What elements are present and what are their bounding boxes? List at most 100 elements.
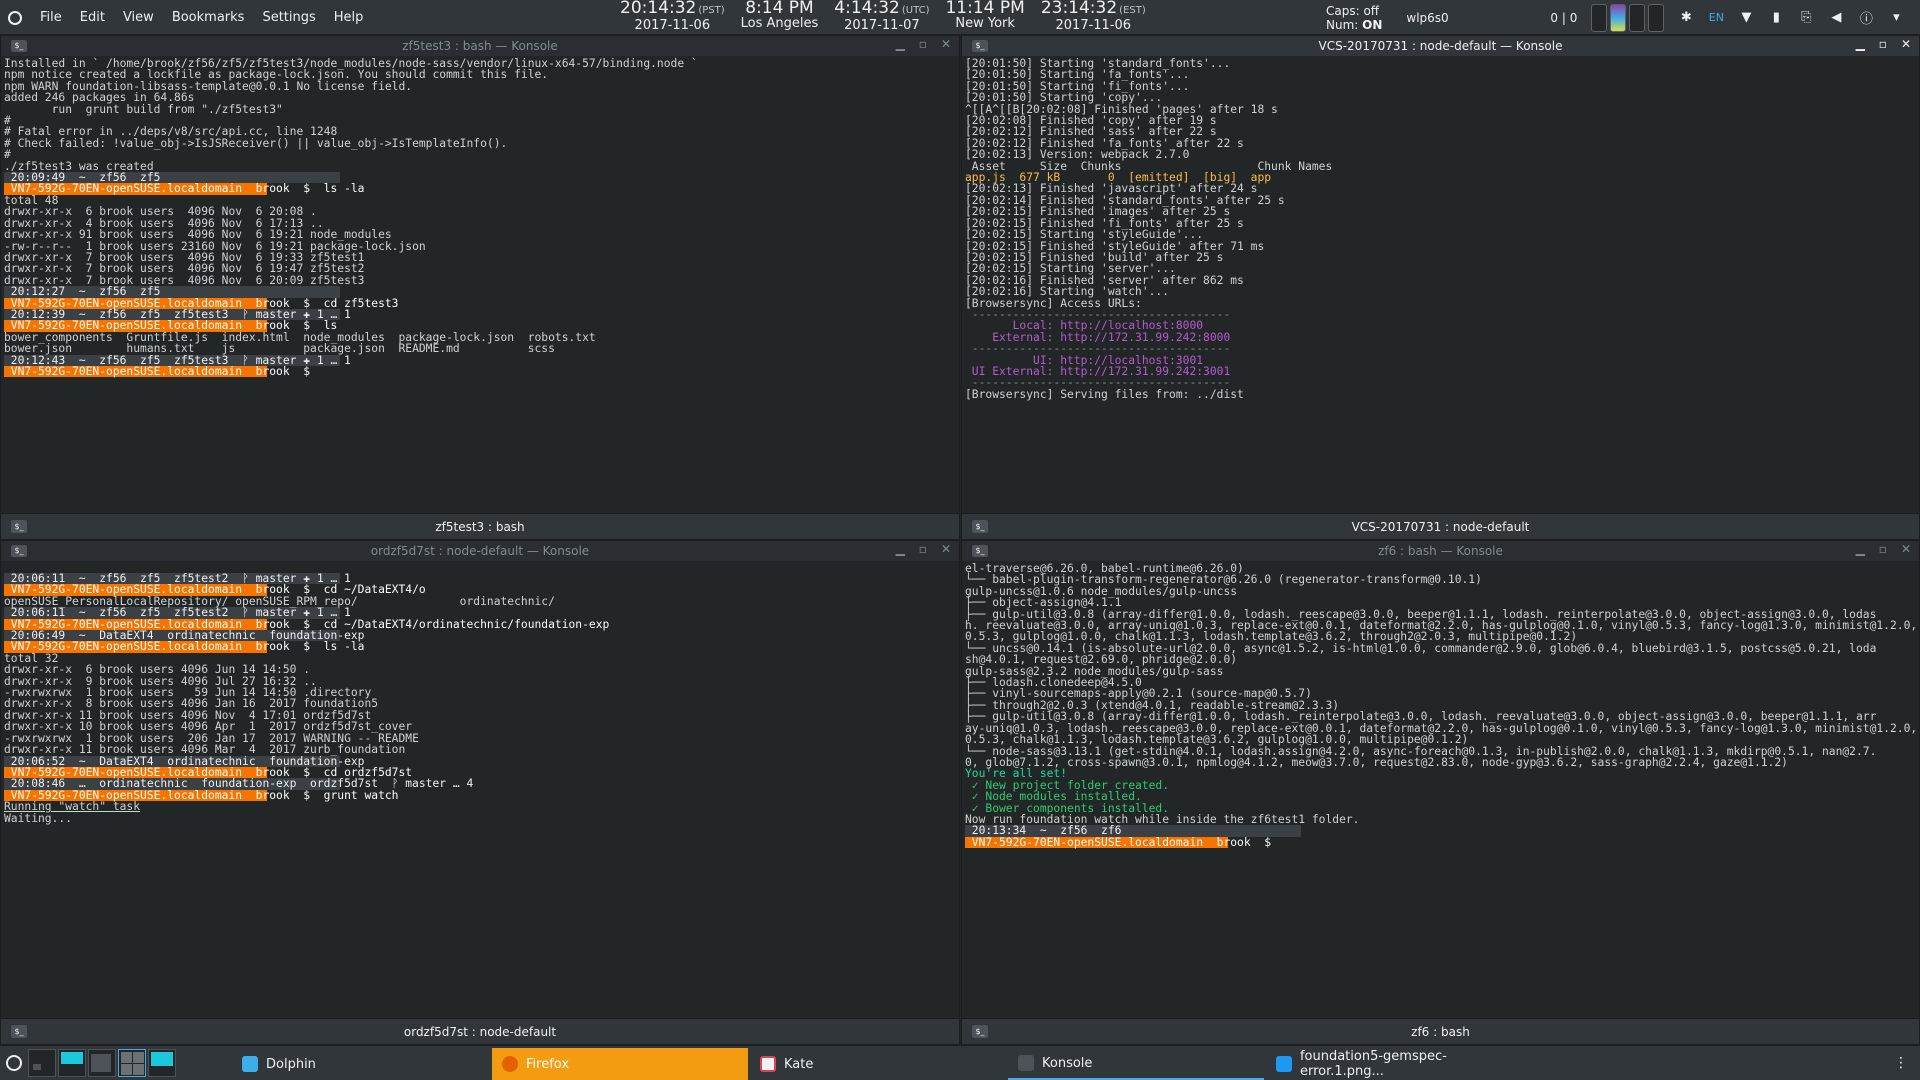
- konsole-window-zf5test3[interactable]: $_ zf5test3 : bash — Konsole ▁ ▫ ✕ Insta…: [0, 35, 960, 540]
- new-tab-icon[interactable]: $_: [972, 1025, 988, 1038]
- konsole-window-zf6[interactable]: $_ zf6 : bash — Konsole ▁ ▫ ✕ el-travers…: [961, 540, 1920, 1045]
- terminal-line: [20:02:15] Starting 'styleGuide'...: [965, 228, 1204, 242]
- minimize-icon[interactable]: ▁: [896, 37, 905, 51]
- wifi-icon[interactable]: ▼: [1738, 10, 1754, 26]
- terminal-line: 20:06:11 ~ zf56 zf5 zf5test2 ᚹ master ✚ …: [4, 607, 564, 619]
- tray-expand-icon[interactable]: ▾: [1888, 10, 1904, 26]
- menu-settings[interactable]: Settings: [262, 10, 315, 25]
- menu-file[interactable]: File: [40, 10, 62, 25]
- konsole-tabbar: $_ zf6 : bash: [962, 1018, 1919, 1044]
- tab-zf5test3[interactable]: zf5test3 : bash: [435, 520, 524, 534]
- global-menubar: File Edit View Bookmarks Settings Help: [8, 0, 363, 35]
- terminal-output[interactable]: Installed in ` /home/brook/zf56/zf5/zf5t…: [1, 56, 959, 515]
- clipboard-icon[interactable]: ⎘: [1798, 10, 1814, 26]
- minimize-icon[interactable]: ▁: [1856, 37, 1865, 51]
- maximize-icon[interactable]: ▫: [919, 542, 927, 556]
- volume-icon[interactable]: ◀: [1828, 10, 1844, 26]
- konsole-app-icon: [8, 10, 22, 25]
- world-clocks[interactable]: 20:14:32 (PST) 2017-11-06 8:14 PM Los Ang…: [620, 0, 1146, 33]
- close-icon[interactable]: ✕: [941, 542, 951, 556]
- terminal-line: drwxr-xr-x 6 brook users 4096 Jun 14 14:…: [4, 663, 311, 677]
- terminal-line: VN7-592G-70EN-openSUSE.localdomain brook…: [4, 789, 956, 801]
- konsole-window-icon[interactable]: $_: [11, 545, 27, 557]
- terminal-line: VN7-592G-70EN-openSUSE.localdomain brook…: [4, 183, 956, 195]
- konsole-window-vcs[interactable]: $_ VCS-20170731 : node-default — Konsole…: [961, 35, 1920, 540]
- window-titlebar[interactable]: $_ VCS-20170731 : node-default — Konsole…: [962, 36, 1919, 56]
- terminal-line: ├── object-assign@4.1.1: [965, 596, 1122, 610]
- new-tab-icon[interactable]: $_: [11, 1025, 27, 1038]
- konsole-window-icon[interactable]: $_: [972, 545, 988, 557]
- window-titlebar[interactable]: $_ zf5test3 : bash — Konsole ▁ ▫ ✕: [1, 36, 959, 56]
- terminal-line: 20:12:27 ~ zf56 zf5: [4, 286, 564, 298]
- load-cell: [1591, 3, 1608, 32]
- close-icon[interactable]: ✕: [1901, 542, 1911, 556]
- clock-city: Los Angeles: [740, 16, 819, 31]
- clock-time: 23:14:32: [1040, 0, 1118, 18]
- terminal-output[interactable]: el-traverse@6.26.0, babel-runtime@6.26.0…: [962, 561, 1919, 1020]
- desktop-2[interactable]: [58, 1049, 86, 1077]
- keyboard-indicator[interactable]: Caps: off Num: ON: [1326, 4, 1382, 32]
- menu-view[interactable]: View: [123, 10, 154, 25]
- clock-utc: 4:14:32 (UTC) 2017-11-07: [834, 0, 930, 33]
- clock-zone: (UTC): [901, 5, 930, 16]
- load-cell: [1648, 3, 1665, 32]
- terminal-line: [20:02:16] Starting 'watch'...: [965, 285, 1170, 299]
- desktop-4[interactable]: [118, 1049, 146, 1077]
- konsole-tabbar: $_ ordzf5d7st : node-default: [1, 1018, 959, 1044]
- terminal-line: [20:02:15] Finished 'images' after 25 s: [965, 205, 1231, 219]
- more-options-icon[interactable]: ⋮: [1894, 1055, 1908, 1071]
- clock-est: 23:14:32 (EST) 2017-11-06: [1040, 0, 1146, 33]
- terminal-output[interactable]: [20:01:50] Starting 'standard_fonts'...[…: [962, 56, 1919, 515]
- terminal-line: 0.5.3, chalk@1.1.3, lodash.template@3.6.…: [965, 733, 1469, 747]
- task-konsole[interactable]: Konsole: [1008, 1048, 1264, 1080]
- tab-zf6[interactable]: zf6 : bash: [1411, 1025, 1470, 1039]
- konsole-window-icon[interactable]: $_: [972, 40, 988, 52]
- window-title: ordzf5d7st : node-default — Konsole: [370, 544, 590, 558]
- konsole-window-ordzf5d7st[interactable]: $_ ordzf5d7st : node-default — Konsole ▁…: [0, 540, 960, 1045]
- clock-zone: (PST): [698, 5, 725, 16]
- minimize-icon[interactable]: ▁: [896, 542, 905, 556]
- konsole-window-icon[interactable]: $_: [11, 40, 27, 52]
- task-kate[interactable]: Kate: [750, 1048, 1006, 1080]
- system-load-monitor[interactable]: [1591, 3, 1665, 32]
- battery-icon[interactable]: ▮: [1768, 10, 1784, 26]
- desktop-3[interactable]: [88, 1049, 116, 1077]
- terminal-line: Running "watch" task: [4, 800, 141, 814]
- virtual-desktop-pager[interactable]: [28, 1049, 176, 1077]
- window-title: zf5test3 : bash — Konsole: [402, 39, 558, 53]
- clock-new-york: 11:14 PM New York: [945, 0, 1024, 33]
- minimize-icon[interactable]: ▁: [1856, 542, 1865, 556]
- terminal-line: ✓ Node modules installed.: [965, 790, 1142, 804]
- task-image-viewer[interactable]: foundation5-gemspec-error.1.png...: [1266, 1048, 1530, 1080]
- window-titlebar[interactable]: $_ zf6 : bash — Konsole ▁ ▫ ✕: [962, 541, 1919, 561]
- folder-icon: [242, 1056, 258, 1072]
- terminal-line: drwxr-xr-x 10 brook users 4096 Apr 1 201…: [4, 720, 413, 734]
- notifications-icon[interactable]: ⓘ: [1858, 10, 1874, 27]
- keyboard-layout-indicator[interactable]: EN: [1708, 10, 1724, 26]
- task-firefox[interactable]: Firefox: [492, 1048, 748, 1080]
- maximize-icon[interactable]: ▫: [1879, 542, 1887, 556]
- desktop-5[interactable]: [148, 1049, 176, 1077]
- menu-help[interactable]: Help: [334, 10, 364, 25]
- application-launcher-icon[interactable]: [6, 1055, 22, 1071]
- maximize-icon[interactable]: ▫: [1879, 37, 1887, 51]
- network-monitor-label[interactable]: wlp6s0: [1406, 11, 1536, 25]
- close-icon[interactable]: ✕: [1901, 37, 1911, 51]
- clock-date: 2017-11-07: [844, 18, 920, 33]
- maximize-icon[interactable]: ▫: [919, 37, 927, 51]
- new-tab-icon[interactable]: $_: [11, 520, 27, 533]
- tab-vcs[interactable]: VCS-20170731 : node-default: [1352, 520, 1530, 534]
- menu-edit[interactable]: Edit: [80, 10, 105, 25]
- firefox-icon: [502, 1056, 518, 1072]
- new-tab-icon[interactable]: $_: [972, 520, 988, 533]
- task-dolphin[interactable]: Dolphin: [232, 1048, 490, 1080]
- bluetooth-icon[interactable]: ✱: [1678, 10, 1694, 26]
- desktop-1[interactable]: [28, 1049, 56, 1077]
- tab-ordzf5d7st[interactable]: ordzf5d7st : node-default: [404, 1025, 556, 1039]
- menu-bookmarks[interactable]: Bookmarks: [172, 10, 245, 25]
- close-icon[interactable]: ✕: [941, 37, 951, 51]
- kate-icon: [760, 1056, 776, 1072]
- window-titlebar[interactable]: $_ ordzf5d7st : node-default — Konsole ▁…: [1, 541, 959, 561]
- terminal-line: VN7-592G-70EN-openSUSE.localdomain brook…: [4, 641, 956, 653]
- terminal-output[interactable]: 20:06:11 ~ zf56 zf5 zf5test2 ᚹ master ✚ …: [1, 561, 959, 1020]
